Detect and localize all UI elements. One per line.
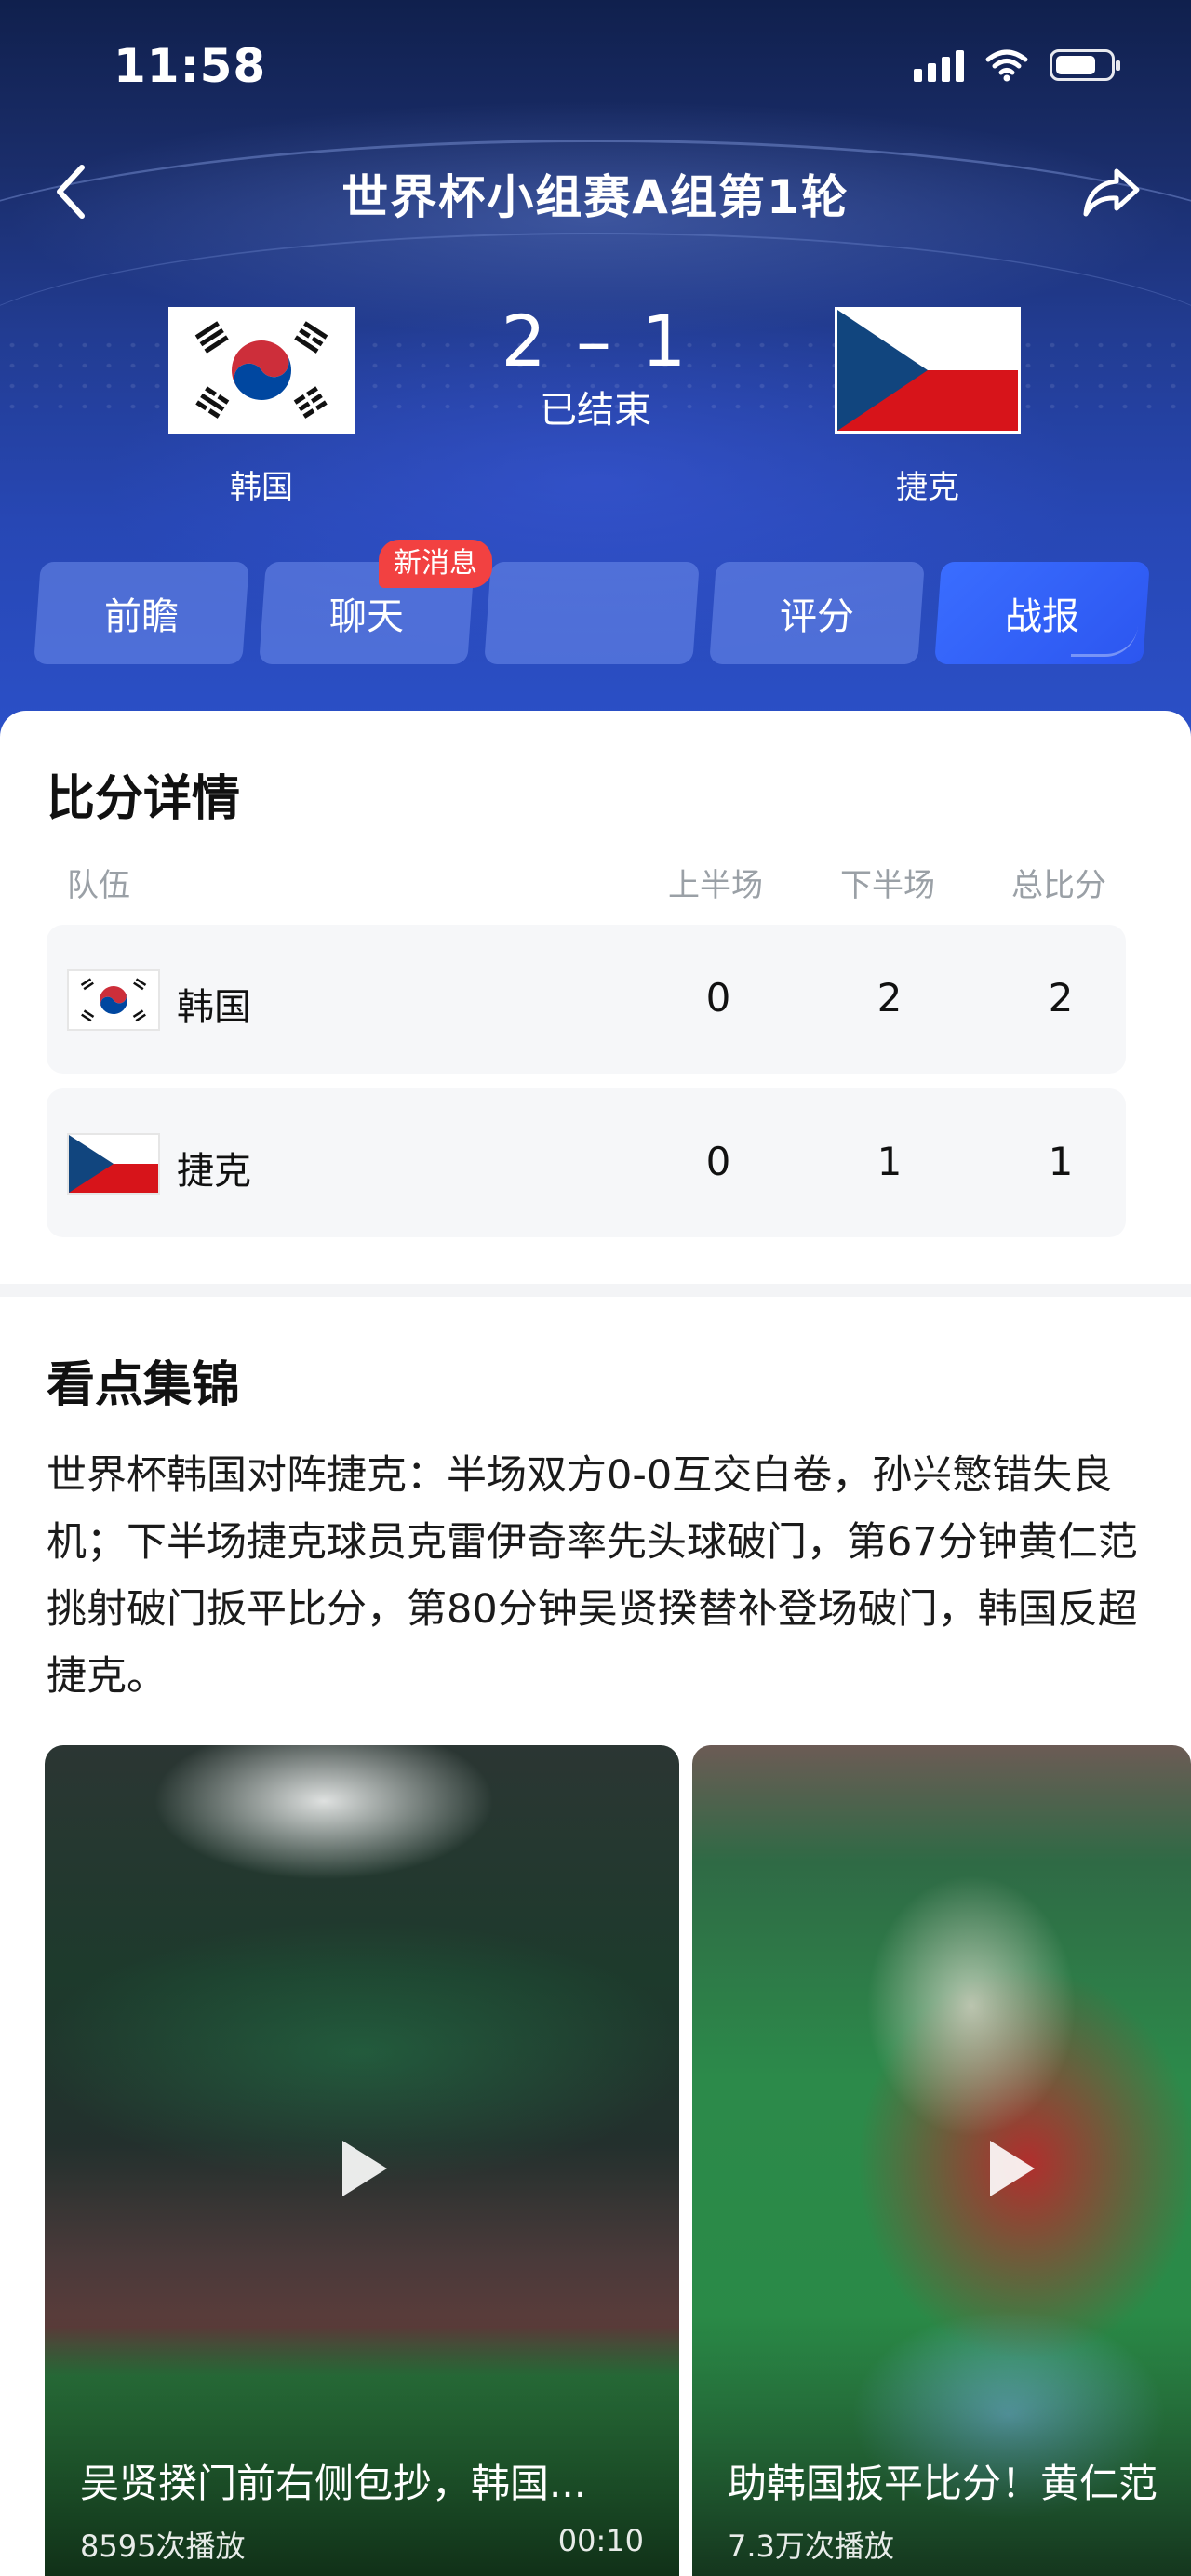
tab-blank[interactable] xyxy=(484,562,700,664)
korea-flag xyxy=(168,307,355,434)
video-play-count: 8595次播放 xyxy=(80,2529,246,2564)
match-header: 11:58 世界杯小组赛A组第1轮 韩国 2 – 1 已结束 捷克 新消息 前瞻… xyxy=(0,0,1191,744)
match-tabs: 前瞻 聊天 评分 战报 xyxy=(33,562,1150,664)
tab-label: 评分 xyxy=(780,595,854,638)
tab-ratings[interactable]: 评分 xyxy=(709,562,925,664)
status-icons xyxy=(914,48,1120,82)
section-divider xyxy=(0,1284,1191,1297)
video-title: 吴贤揆门前右侧包抄，韩国... xyxy=(80,2461,587,2506)
czech-flag xyxy=(835,307,1021,434)
video-title: 助韩国扳平比分！黄仁范 xyxy=(728,2461,1158,2506)
tab-preview[interactable]: 前瞻 xyxy=(33,562,249,664)
korea-flag-small xyxy=(67,969,160,1031)
play-icon xyxy=(342,2141,387,2196)
away-team-name: 捷克 xyxy=(896,469,959,506)
czech-flag-small xyxy=(67,1133,160,1195)
tab-label: 聊天 xyxy=(329,595,404,638)
second-half-score: 2 xyxy=(877,975,903,1021)
total-score: 2 xyxy=(1048,975,1074,1021)
highlights-title: 看点集锦 xyxy=(47,1357,241,1413)
video-card[interactable]: 吴贤揆门前右侧包抄，韩国... 8595次播放 00:10 xyxy=(45,1745,679,2576)
battery-icon xyxy=(1050,49,1120,81)
header-total: 总比分 xyxy=(1011,867,1106,904)
play-icon xyxy=(990,2141,1035,2196)
wifi-icon xyxy=(985,49,1028,82)
team-name: 捷克 xyxy=(177,1150,251,1193)
new-message-badge: 新消息 xyxy=(379,540,492,588)
first-half-score: 0 xyxy=(705,975,731,1021)
video-duration: 00:10 xyxy=(557,2523,644,2558)
team-name: 韩国 xyxy=(177,986,251,1029)
tab-label: 前瞻 xyxy=(104,595,179,638)
home-team-name: 韩国 xyxy=(230,469,293,506)
second-half-score: 1 xyxy=(877,1139,903,1184)
total-score: 1 xyxy=(1048,1139,1074,1184)
match-score: 2 – 1 xyxy=(501,300,690,382)
tab-label: 战报 xyxy=(1005,595,1079,638)
score-detail-title: 比分详情 xyxy=(47,771,241,827)
header-first-half: 上半场 xyxy=(668,867,763,904)
header-second-half: 下半场 xyxy=(840,867,935,904)
share-icon[interactable] xyxy=(1079,160,1144,225)
table-row: 韩国 0 2 2 xyxy=(47,925,1126,1074)
first-half-score: 0 xyxy=(705,1139,731,1184)
header-team: 队伍 xyxy=(67,867,130,904)
video-card[interactable]: 助韩国扳平比分！黄仁范 7.3万次播放 xyxy=(692,1745,1191,2576)
status-time: 11:58 xyxy=(114,39,267,93)
match-status: 已结束 xyxy=(540,389,651,432)
match-summary: 世界杯韩国对阵捷克：半场双方0-0互交白卷，孙兴慜错失良机；下半场捷克球员克雷伊… xyxy=(47,1452,1138,1700)
page-title: 世界杯小组赛A组第1轮 xyxy=(341,170,850,224)
tab-report[interactable]: 战报 xyxy=(934,562,1150,664)
video-play-count: 7.3万次播放 xyxy=(728,2529,894,2564)
table-row: 捷克 0 1 1 xyxy=(47,1088,1126,1237)
signal-icon xyxy=(914,48,964,82)
